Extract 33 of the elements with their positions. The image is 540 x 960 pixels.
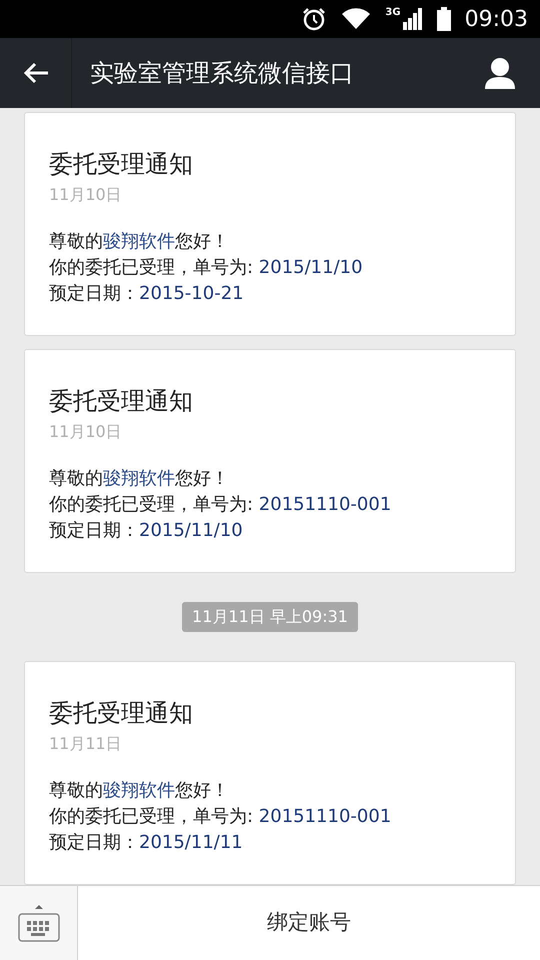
card-title: 委托受理通知 [49, 149, 194, 180]
field-value: 2015/11/10 [258, 256, 363, 280]
chat-title: 实验室管理系统微信接口 [90, 58, 355, 89]
greeting-text: 尊敬的骏翔软件您好！ [49, 467, 230, 491]
card-date: 11月10日 [49, 421, 123, 443]
field-label: 预定日期： [49, 519, 139, 543]
keyboard-toggle-button[interactable] [0, 886, 78, 960]
keyboard-icon [16, 903, 60, 943]
field-value: 2015-10-21 [139, 282, 244, 306]
clock: 09:03 [464, 6, 528, 34]
battery-icon [436, 7, 451, 31]
field-label: 你的委托已受理，单号为: [49, 493, 254, 517]
card-date: 11月10日 [49, 184, 123, 206]
field-value: 2015/11/10 [139, 519, 243, 543]
card-title: 委托受理通知 [49, 386, 194, 417]
greeting-text: 尊敬的骏翔软件您好！ [49, 230, 230, 254]
greeting-text: 尊敬的骏翔软件您好！ [49, 779, 230, 803]
back-arrow-icon [22, 61, 50, 85]
alarm-icon [301, 6, 328, 32]
field-label: 预定日期： [49, 282, 139, 306]
field-value: 2015/11/11 [139, 831, 243, 855]
field-value: 20151110-001 [258, 805, 392, 829]
person-icon [483, 56, 517, 90]
timestamp-label: 11月11日 早上09:31 [182, 602, 358, 632]
field-value: 20151110-001 [258, 493, 392, 517]
signal-icon [402, 8, 423, 30]
field-label: 预定日期： [49, 831, 139, 855]
network-type: 3G [385, 8, 401, 18]
field-label: 你的委托已受理，单号为: [49, 805, 254, 829]
wifi-icon [341, 7, 372, 31]
field-label: 你的委托已受理，单号为: [49, 256, 254, 280]
card-title: 委托受理通知 [49, 698, 194, 729]
card-date: 11月11日 [49, 733, 123, 755]
